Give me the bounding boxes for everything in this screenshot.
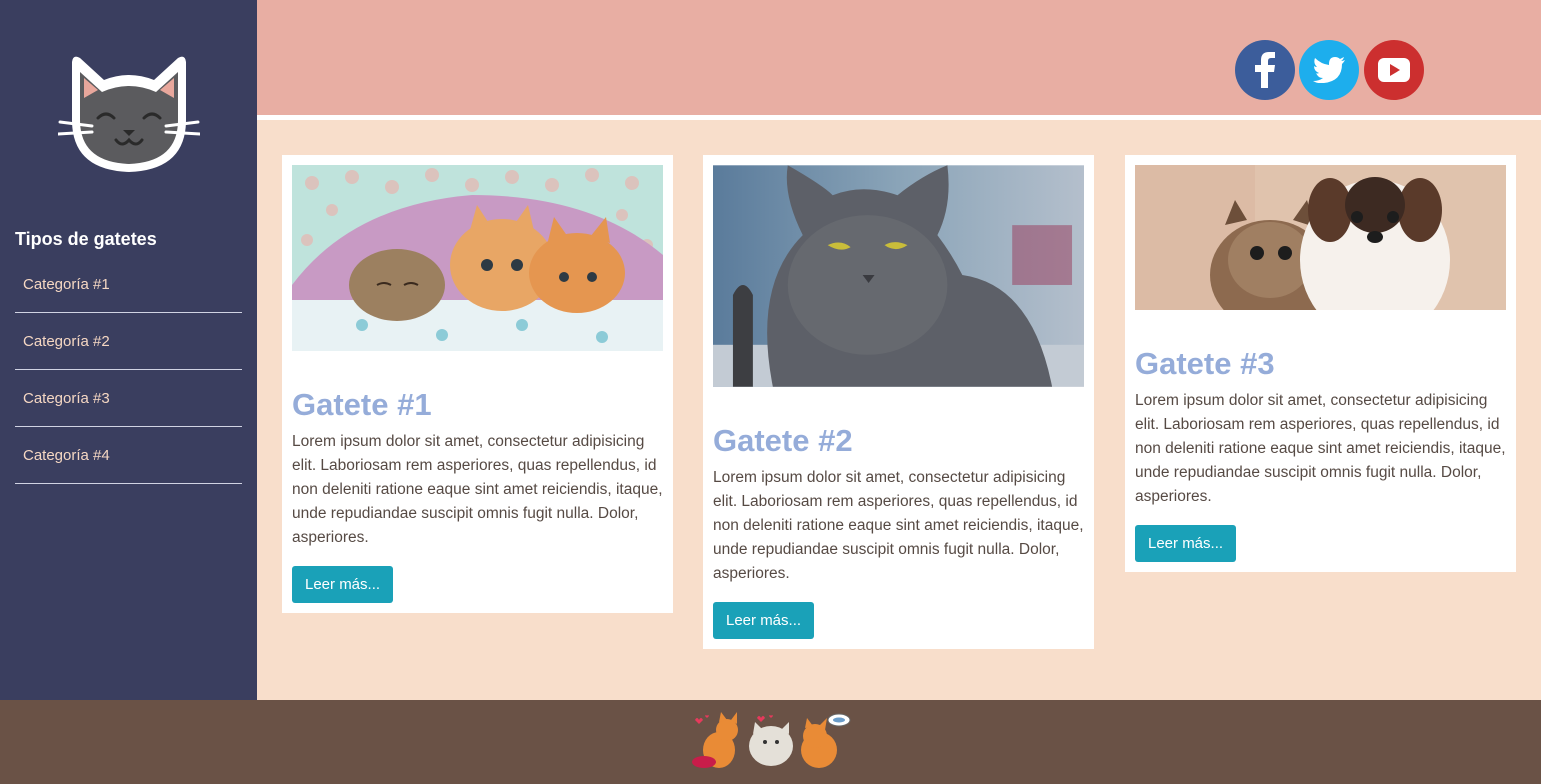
- card-title: Gatete #1: [292, 387, 432, 422]
- category-list: Categoría #1 Categoría #2 Categoría #3 C…: [15, 256, 242, 484]
- sidebar-item-categoria-1[interactable]: Categoría #1: [15, 256, 242, 313]
- card-text: Lorem ipsum dolor sit amet, consectetur …: [1135, 392, 1506, 505]
- grey-cat-photo: [713, 165, 1084, 387]
- card-title: Gatete #2: [713, 423, 853, 458]
- card-text: Lorem ipsum dolor sit amet, consectetur …: [713, 469, 1084, 582]
- read-more-button[interactable]: Leer más...: [713, 602, 815, 639]
- sidebar: Tipos de gatetes Categoría #1 Categoría …: [0, 0, 257, 700]
- card-gatete-2: Gatete #2 Lorem ipsum dolor sit amet, co…: [703, 155, 1094, 649]
- sidebar-item-categoria-4[interactable]: Categoría #4: [15, 427, 242, 484]
- card-title: Gatete #3: [1135, 346, 1275, 381]
- sidebar-heading: Tipos de gatetes: [15, 229, 157, 249]
- youtube-icon[interactable]: [1364, 40, 1424, 100]
- card-text: Lorem ipsum dolor sit amet, consectetur …: [292, 433, 663, 546]
- card-gatete-1: Gatete #1 Lorem ipsum dolor sit amet, co…: [282, 155, 673, 613]
- facebook-icon[interactable]: [1235, 40, 1295, 100]
- cat-and-puppy-photo: [1135, 165, 1506, 310]
- sidebar-item-categoria-3[interactable]: Categoría #3: [15, 370, 242, 427]
- twitter-icon[interactable]: [1299, 40, 1359, 100]
- header: [257, 0, 1541, 120]
- sidebar-item-categoria-2[interactable]: Categoría #2: [15, 313, 242, 370]
- read-more-button[interactable]: Leer más...: [292, 566, 394, 603]
- cartoon-cats-icon: [692, 712, 851, 768]
- kittens-under-blanket-photo: [292, 165, 663, 351]
- cat-face-icon[interactable]: [58, 50, 200, 180]
- read-more-button[interactable]: Leer más...: [1135, 525, 1237, 562]
- card-gatete-3: Gatete #3 Lorem ipsum dolor sit amet, co…: [1125, 155, 1516, 572]
